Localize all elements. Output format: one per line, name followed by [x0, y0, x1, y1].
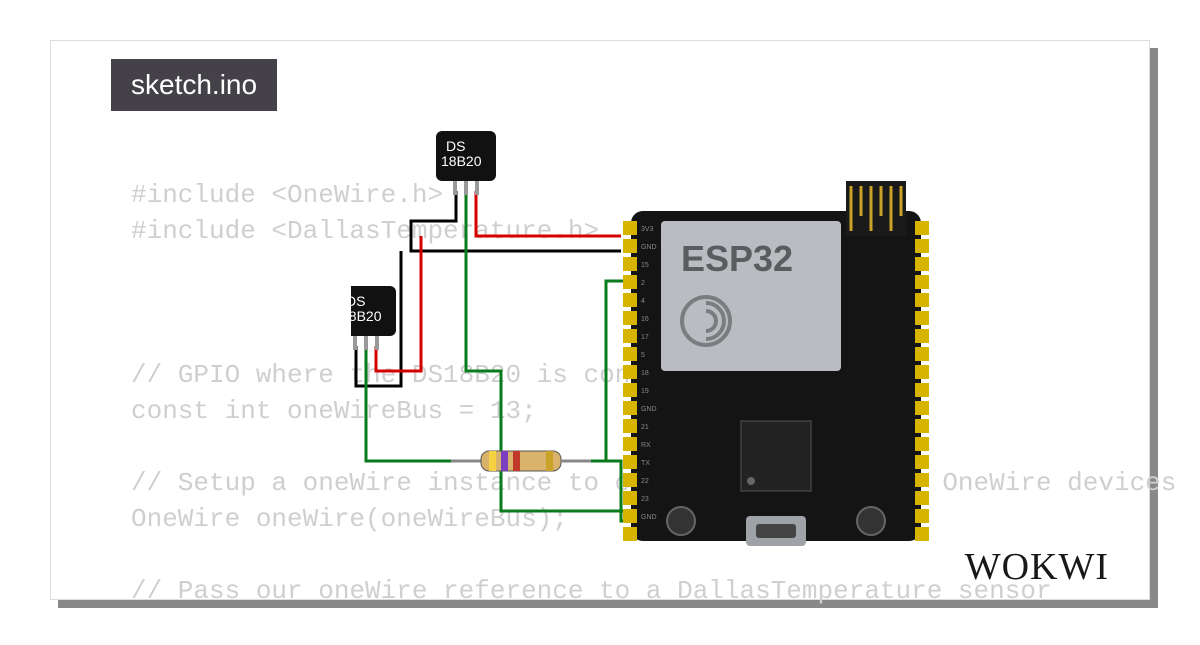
svg-text:GND: GND: [641, 244, 657, 251]
svg-text:4: 4: [641, 298, 645, 305]
code-line: // Pass our oneWire reference to a Dalla…: [131, 576, 1052, 606]
ds18b20-sensor[interactable]: DS 18B20: [351, 286, 396, 350]
svg-text:GND: GND: [641, 514, 657, 521]
svg-text:17: 17: [641, 334, 649, 341]
sensor-label: 18B20: [441, 153, 482, 169]
resistor[interactable]: [451, 451, 591, 471]
svg-text:22: 22: [641, 478, 649, 485]
svg-text:GND: GND: [641, 406, 657, 413]
svg-text:18: 18: [641, 370, 649, 377]
ds18b20-sensor[interactable]: DS 18B20: [436, 131, 496, 195]
svg-text:2: 2: [641, 280, 645, 287]
svg-text:23: 23: [641, 496, 649, 503]
svg-text:TX: TX: [641, 460, 650, 467]
boot-button[interactable]: [857, 507, 885, 535]
en-button[interactable]: [667, 507, 695, 535]
board-label: ESP32: [681, 238, 793, 279]
sensor-label: DS: [446, 138, 465, 154]
svg-text:15: 15: [641, 262, 649, 269]
svg-text:RX: RX: [641, 442, 651, 449]
logo-text: WOKWI: [965, 546, 1109, 588]
svg-text:3V3: 3V3: [641, 226, 654, 233]
file-tab-label: sketch.ino: [131, 69, 257, 100]
svg-text:5: 5: [641, 352, 645, 359]
circuit-diagram[interactable]: DS 18B20 DS 18B20: [351, 121, 971, 571]
esp32-board[interactable]: ESP32 3V3 GND 15 2 4 16 17 5 18 19 GND 21: [623, 181, 929, 546]
wokwi-logo: WOKWI: [965, 545, 1109, 589]
svg-text:16: 16: [641, 316, 649, 323]
sensor-label: 18B20: [351, 308, 382, 324]
sensor-label: DS: [351, 293, 365, 309]
file-tab[interactable]: sketch.ino: [111, 59, 277, 111]
preview-card: sketch.ino #include <OneWire.h> #include…: [50, 40, 1150, 600]
svg-text:19: 19: [641, 388, 649, 395]
svg-text:21: 21: [641, 424, 649, 431]
